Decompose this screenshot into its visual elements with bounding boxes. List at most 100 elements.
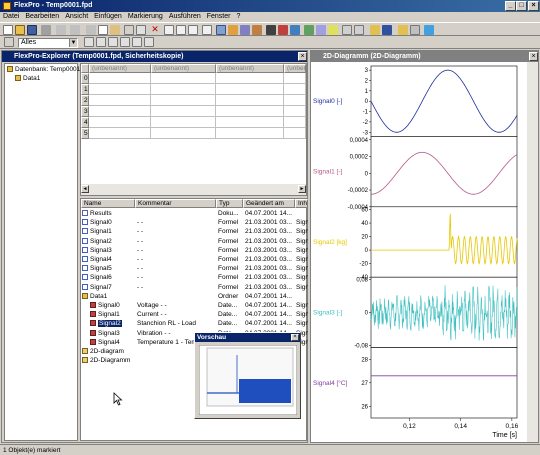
- scroll-right-icon[interactable]: ►: [298, 185, 306, 193]
- grid-cell[interactable]: [151, 106, 216, 117]
- stacked-signal-chart[interactable]: 3210-1-2-3Signal0 [-]0,00040,00020-0,000…: [311, 62, 538, 442]
- filter-icon[interactable]: [290, 25, 300, 35]
- grid-row-header[interactable]: 0: [81, 73, 89, 84]
- fft-icon[interactable]: [304, 25, 314, 35]
- list-item[interactable]: Signal5 - - Formel 21.03.2001 03... Signa: [81, 264, 308, 273]
- grid-cell[interactable]: [284, 106, 306, 117]
- undo-icon[interactable]: [56, 25, 66, 35]
- list-column-comment[interactable]: Kommentar: [135, 199, 216, 208]
- list-item[interactable]: Signal2 Stanchion RL - Load Date... 04.07.2…: [81, 319, 308, 328]
- small-icons-icon[interactable]: [120, 37, 130, 47]
- grid-cell[interactable]: [89, 84, 151, 95]
- integrate-icon[interactable]: [316, 25, 326, 35]
- smooth-icon[interactable]: [328, 25, 338, 35]
- stats-icon[interactable]: [278, 25, 288, 35]
- group-icon[interactable]: [96, 37, 106, 47]
- grid-column-header[interactable]: (unbenannt): [216, 64, 284, 73]
- grid-cell[interactable]: [216, 95, 284, 106]
- list-item[interactable]: Results Doku... 04.07.2001 14...: [81, 209, 306, 218]
- list-item[interactable]: Signal4 - - Formel 21.03.2001 03... Signa: [81, 255, 308, 264]
- grid-cell[interactable]: [151, 84, 216, 95]
- browse-icon[interactable]: [398, 25, 408, 35]
- grid-row-header[interactable]: 1: [81, 84, 89, 95]
- print-icon[interactable]: [41, 25, 51, 35]
- menu-help[interactable]: ?: [233, 12, 243, 21]
- view-icon[interactable]: [4, 37, 14, 47]
- grid-cell[interactable]: [151, 95, 216, 106]
- grid-cell[interactable]: [284, 95, 306, 106]
- diagram-close-button[interactable]: ×: [529, 52, 538, 61]
- maximize-button[interactable]: □: [516, 1, 527, 11]
- grid-column-header[interactable]: (unbenannt): [151, 64, 216, 73]
- folder-icon[interactable]: [228, 25, 238, 35]
- table-icon[interactable]: [188, 25, 198, 35]
- menu-datei[interactable]: Datei: [0, 12, 22, 21]
- paste-icon[interactable]: [110, 25, 120, 35]
- explorer-icon[interactable]: [370, 25, 380, 35]
- grid-row-header[interactable]: 5: [81, 128, 89, 139]
- list-column-name[interactable]: Name: [81, 199, 135, 208]
- analysis-icon[interactable]: [240, 25, 250, 35]
- grid-cell[interactable]: [284, 128, 306, 139]
- grid-cell[interactable]: [89, 128, 151, 139]
- export-icon[interactable]: [354, 25, 364, 35]
- import-icon[interactable]: [342, 25, 352, 35]
- menu-fenster[interactable]: Fenster: [204, 12, 234, 21]
- calculator-icon[interactable]: [266, 25, 276, 35]
- window-icon[interactable]: [382, 25, 392, 35]
- grid-cell[interactable]: [284, 117, 306, 128]
- grid-cell[interactable]: [216, 128, 284, 139]
- grid-cell[interactable]: [89, 117, 151, 128]
- large-icons-icon[interactable]: [108, 37, 118, 47]
- list-view-icon[interactable]: [132, 37, 142, 47]
- open-icon[interactable]: [15, 25, 25, 35]
- list-item[interactable]: Signal3 - - Formel 21.03.2001 03... Signa: [81, 246, 308, 255]
- list-item[interactable]: Signal0 - - Formel 21.03.2001 03... Signa: [81, 218, 308, 227]
- new-icon[interactable]: [3, 25, 13, 35]
- properties-icon[interactable]: [124, 25, 134, 35]
- grid-cell[interactable]: [216, 73, 284, 84]
- redo-icon[interactable]: [70, 25, 80, 35]
- preview-window[interactable]: Vorschau ×: [194, 332, 301, 419]
- tree-item-data1[interactable]: Data1: [5, 74, 77, 83]
- grid-column-header[interactable]: (unbenannt): [284, 64, 306, 73]
- menu-bearbeiten[interactable]: Bearbeiten: [22, 12, 62, 21]
- grid-cell[interactable]: [216, 84, 284, 95]
- filter-combo[interactable]: Alles ▼: [18, 38, 78, 48]
- list-item[interactable]: Data1 Ordner 04.07.2001 14...: [81, 292, 306, 301]
- help-icon[interactable]: [424, 25, 434, 35]
- list-item[interactable]: Signal7 - - Formel 21.03.2001 03... Signa: [81, 283, 308, 292]
- grid-icon[interactable]: [410, 25, 420, 35]
- grid-cell[interactable]: [216, 117, 284, 128]
- list-item[interactable]: Signal1 Current - - Date... 04.07.2001 14..…: [81, 310, 308, 319]
- grid-cell[interactable]: [151, 117, 216, 128]
- menu-ausfuehren[interactable]: Ausführen: [166, 12, 204, 21]
- list-column-content[interactable]: Inhalt: [295, 199, 308, 208]
- chevron-down-icon[interactable]: ▼: [69, 39, 77, 47]
- grid-row-header[interactable]: 4: [81, 117, 89, 128]
- close-button[interactable]: ×: [528, 1, 539, 11]
- menu-ansicht[interactable]: Ansicht: [62, 12, 91, 21]
- list-column-date[interactable]: Geändert am: [243, 199, 295, 208]
- cut-icon[interactable]: [86, 25, 96, 35]
- tree-item-database[interactable]: Datenbank: Temp0001: [5, 65, 80, 74]
- list-column-type[interactable]: Typ: [216, 199, 243, 208]
- grid-cell[interactable]: [151, 128, 216, 139]
- grid-cell[interactable]: [89, 95, 151, 106]
- minimize-button[interactable]: _: [505, 1, 516, 11]
- grid-cell[interactable]: [284, 73, 306, 84]
- grid-horizontal-scrollbar[interactable]: ◄ ►: [81, 184, 306, 195]
- find-icon[interactable]: [136, 25, 146, 35]
- sort-icon[interactable]: [84, 37, 94, 47]
- explorer-close-button[interactable]: ×: [298, 52, 307, 61]
- menu-markierung[interactable]: Markierung: [125, 12, 166, 21]
- delete-icon[interactable]: ✕: [150, 25, 160, 35]
- grid-row-header[interactable]: 3: [81, 106, 89, 117]
- scroll-left-icon[interactable]: ◄: [81, 185, 89, 193]
- diagram-icon[interactable]: [216, 25, 226, 35]
- list-item[interactable]: Signal2 - - Formel 21.03.2001 03... Signa: [81, 237, 308, 246]
- list-item[interactable]: Signal1 - - Formel 21.03.2001 03... Signa: [81, 227, 308, 236]
- list-item[interactable]: Signal6 - - Formel 21.03.2001 03... Signa: [81, 273, 308, 282]
- grid-cell[interactable]: [284, 84, 306, 95]
- grid-row-header[interactable]: 2: [81, 95, 89, 106]
